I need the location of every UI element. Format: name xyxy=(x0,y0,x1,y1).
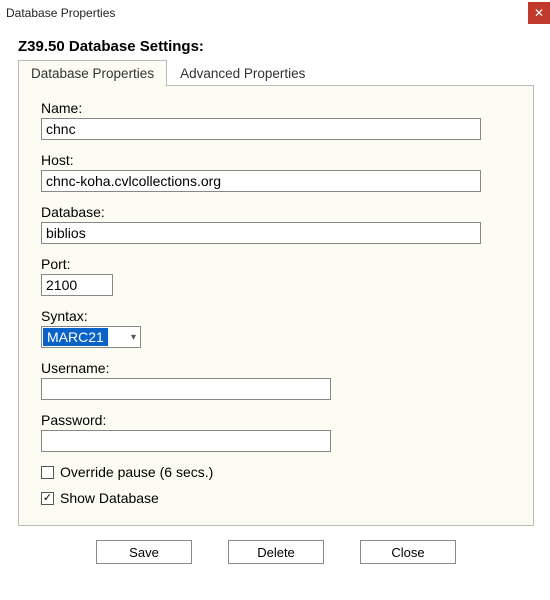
field-password: Password: xyxy=(41,412,511,452)
label-port: Port: xyxy=(41,256,511,272)
button-row: Save Delete Close xyxy=(18,540,534,564)
field-database: Database: xyxy=(41,204,511,244)
label-username: Username: xyxy=(41,360,511,376)
page-title: Z39.50 Database Settings: xyxy=(18,38,534,55)
syntax-select[interactable]: MARC21 ▾ xyxy=(41,326,141,348)
tab-label: Database Properties xyxy=(31,66,154,81)
tab-advanced-properties[interactable]: Advanced Properties xyxy=(167,60,318,86)
label-syntax: Syntax: xyxy=(41,308,511,324)
tab-database-properties[interactable]: Database Properties xyxy=(18,60,167,86)
tab-label: Advanced Properties xyxy=(180,66,305,81)
label-name: Name: xyxy=(41,100,511,116)
window-title: Database Properties xyxy=(6,6,115,20)
field-username: Username: xyxy=(41,360,511,400)
chevron-down-icon: ▾ xyxy=(131,332,136,343)
field-host: Host: xyxy=(41,152,511,192)
label-host: Host: xyxy=(41,152,511,168)
form-panel: Name: Host: Database: Port: Syntax: MARC… xyxy=(18,86,534,526)
field-port: Port: xyxy=(41,256,511,296)
field-syntax: Syntax: MARC21 ▾ xyxy=(41,308,511,348)
row-override-pause: Override pause (6 secs.) xyxy=(41,464,511,480)
port-input[interactable] xyxy=(41,274,113,296)
label-database: Database: xyxy=(41,204,511,220)
database-input[interactable] xyxy=(41,222,481,244)
override-pause-checkbox[interactable] xyxy=(41,466,54,479)
content: Z39.50 Database Settings: Database Prope… xyxy=(0,26,550,574)
host-input[interactable] xyxy=(41,170,481,192)
syntax-value: MARC21 xyxy=(43,328,108,346)
window: Database Properties ✕ Z39.50 Database Se… xyxy=(0,0,550,600)
titlebar: Database Properties ✕ xyxy=(0,0,550,26)
override-pause-label: Override pause (6 secs.) xyxy=(60,464,213,480)
row-show-database: Show Database xyxy=(41,490,511,506)
close-button[interactable]: Close xyxy=(360,540,456,564)
name-input[interactable] xyxy=(41,118,481,140)
save-button[interactable]: Save xyxy=(96,540,192,564)
field-name: Name: xyxy=(41,100,511,140)
close-icon[interactable]: ✕ xyxy=(528,2,550,24)
show-database-checkbox[interactable] xyxy=(41,492,54,505)
tab-bar: Database Properties Advanced Properties xyxy=(18,59,534,86)
delete-button[interactable]: Delete xyxy=(228,540,324,564)
label-password: Password: xyxy=(41,412,511,428)
show-database-label: Show Database xyxy=(60,490,159,506)
password-input[interactable] xyxy=(41,430,331,452)
username-input[interactable] xyxy=(41,378,331,400)
